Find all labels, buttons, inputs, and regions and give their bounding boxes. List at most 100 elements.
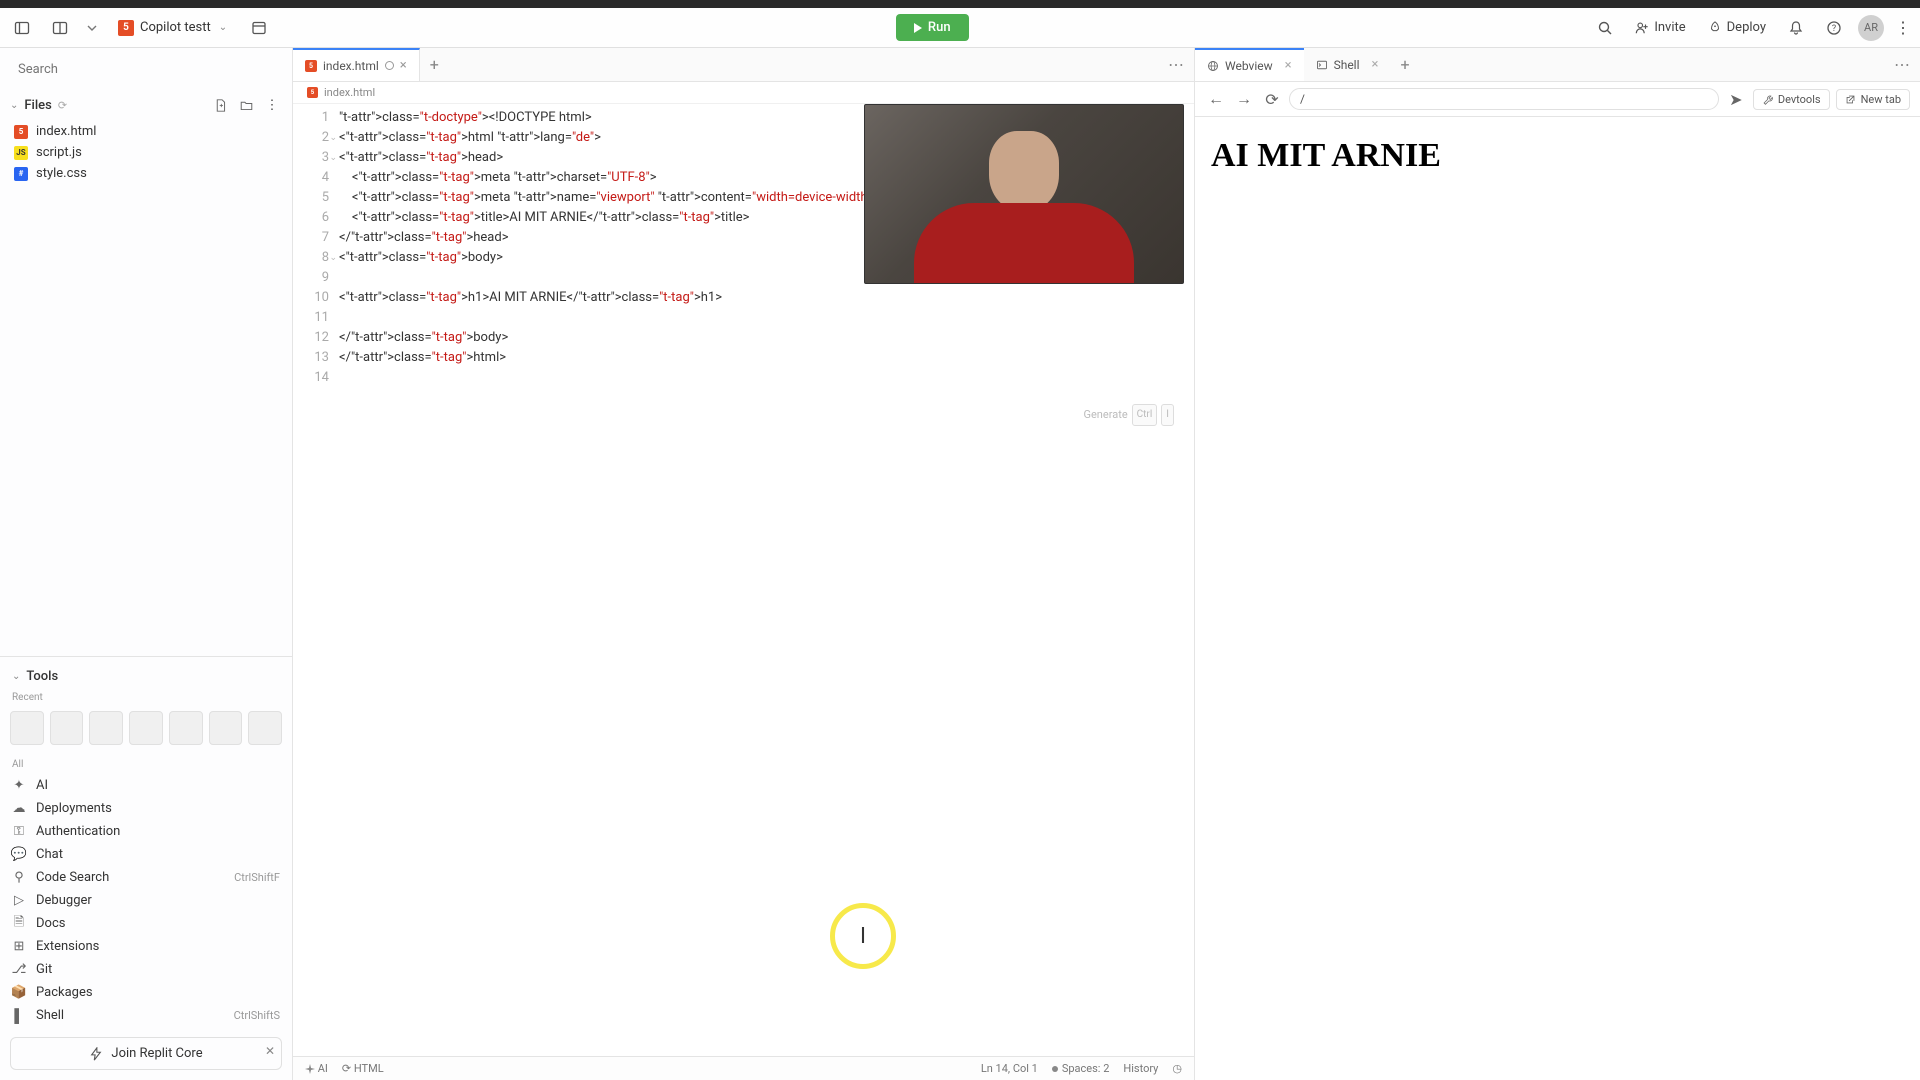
new-folder-icon[interactable] [236,95,256,115]
join-core-label: Join Replit Core [111,1046,202,1061]
more-icon[interactable]: ⋯ [1158,55,1194,74]
terminal-icon [1316,59,1328,71]
help-icon[interactable]: ? [1820,14,1848,42]
deploy-button[interactable]: Deploy [1702,16,1772,39]
close-icon[interactable]: × [400,58,407,73]
avatar[interactable]: AR [1858,15,1884,41]
kbd-ctrl: Ctrl [1132,404,1158,426]
unsaved-dot-icon [385,61,394,70]
search-input[interactable] [10,56,282,83]
rendered-heading: AI MIT ARNIE [1211,137,1904,175]
tool-docs[interactable]: 🗎Docs [0,912,292,935]
layout-icon[interactable] [245,14,273,42]
file-name: script.js [36,145,82,160]
tool-icon: ⚿ [12,825,26,839]
tool-extensions[interactable]: ⊞Extensions [0,935,292,958]
more-icon[interactable]: ⋮ [1894,14,1912,42]
tool-shell[interactable]: ▌ShellCtrlShiftS [0,1004,292,1027]
recent-thumb[interactable] [169,711,203,745]
panel-left-icon[interactable] [8,14,36,42]
forward-icon[interactable]: → [1233,88,1255,110]
code-editor[interactable]: 1234567891011121314 "t-attr">class="t-do… [293,104,1194,1056]
status-ai[interactable]: AI [305,1062,328,1075]
tool-shortcut: CtrlShiftF [234,871,280,884]
chevron-down-icon[interactable] [84,14,100,42]
html-file-icon: 5 [305,60,317,72]
bell-icon[interactable] [1782,14,1810,42]
recent-thumb[interactable] [10,711,44,745]
status-spaces[interactable]: Spaces: 2 [1052,1062,1110,1075]
file-row[interactable]: # style.css [6,163,286,184]
address-bar: ← → ⟳ ➤ Devtools New tab [1195,82,1920,117]
close-icon[interactable]: × [1372,57,1379,72]
project-selector[interactable]: 5 Copilot testt ⌄ [110,16,235,40]
header-bar: 5 Copilot testt ⌄ Run Invite [0,8,1920,48]
tool-debugger[interactable]: ▷Debugger [0,889,292,912]
tool-chat[interactable]: 💬Chat [0,843,292,866]
files-header[interactable]: ⌄ Files ⟳ ⋮ [0,91,292,119]
reload-icon[interactable]: ⟳ [1261,88,1283,110]
tool-label: Docs [36,916,65,931]
recent-thumb[interactable] [209,711,243,745]
new-tab-button[interactable]: + [1390,55,1419,74]
close-icon[interactable]: ✕ [265,1044,275,1058]
tab-index-html[interactable]: 5 index.html × [293,48,420,81]
invite-button[interactable]: Invite [1629,16,1691,39]
tool-code-search[interactable]: ⚲Code SearchCtrlShiftF [0,866,292,889]
tool-git[interactable]: ⎇Git [0,958,292,981]
new-file-icon[interactable] [210,95,230,115]
tool-authentication[interactable]: ⚿Authentication [0,820,292,843]
panel-split-icon[interactable] [46,14,74,42]
address-input[interactable] [1289,88,1719,110]
editor-tabs: 5 index.html × + ⋯ [293,48,1194,82]
recent-thumb[interactable] [129,711,163,745]
go-icon[interactable]: ➤ [1725,88,1747,110]
file-row[interactable]: 5 index.html [6,121,286,142]
tool-shortcut: CtrlShiftS [234,1009,280,1022]
tool-label: Debugger [36,893,92,908]
tool-icon: ⊞ [12,940,26,954]
close-icon[interactable]: × [1285,58,1292,73]
more-icon[interactable]: ⋮ [262,95,282,115]
header-left: 5 Copilot testt ⌄ [8,14,273,42]
tool-label: Packages [36,985,93,1000]
status-lang[interactable]: ⟳ HTML [342,1062,384,1075]
tool-label: Shell [36,1008,64,1023]
chevron-down-icon: ⌄ [219,22,227,33]
avatar-initials: AR [1864,21,1878,34]
tab-label: index.html [323,59,379,73]
tool-deployments[interactable]: ☁Deployments [0,797,292,820]
clock-icon[interactable]: ◷ [1172,1062,1182,1075]
recent-thumb[interactable] [248,711,282,745]
tool-label: Deployments [36,801,112,816]
status-position[interactable]: Ln 14, Col 1 [981,1062,1038,1075]
devtools-button[interactable]: Devtools [1753,89,1830,110]
file-row[interactable]: JS script.js [6,142,286,163]
new-tab-button[interactable]: New tab [1836,89,1910,110]
app-root: 5 Copilot testt ⌄ Run Invite [0,0,1920,1080]
join-core-banner[interactable]: Join Replit Core ✕ [10,1037,282,1070]
recent-thumb[interactable] [50,711,84,745]
editor-statusbar: AI ⟳ HTML Ln 14, Col 1 Spaces: 2 History… [293,1056,1194,1080]
back-icon[interactable]: ← [1205,88,1227,110]
sync-icon[interactable]: ⟳ [58,99,67,112]
recent-label: Recent [0,688,292,707]
window-topbar [0,0,1920,8]
files-label: Files [24,98,51,113]
tab-webview[interactable]: Webview × [1195,48,1304,81]
tool-ai[interactable]: ✦AI [0,774,292,797]
tool-label: Git [36,962,52,977]
recent-thumb[interactable] [89,711,123,745]
tool-packages[interactable]: 📦Packages [0,981,292,1004]
new-tab-button[interactable]: + [420,55,449,74]
search-icon[interactable] [1591,14,1619,42]
header-right: Invite Deploy ? AR ⋮ [1591,14,1912,42]
newtab-label: New tab [1861,93,1901,106]
tools-header[interactable]: ⌄ Tools [0,665,292,688]
run-button[interactable]: Run [896,14,969,41]
run-label: Run [928,20,951,35]
tab-shell[interactable]: Shell × [1304,48,1391,81]
status-history[interactable]: History [1123,1062,1158,1075]
more-icon[interactable]: ⋯ [1884,55,1920,74]
tools-label: Tools [26,669,58,684]
